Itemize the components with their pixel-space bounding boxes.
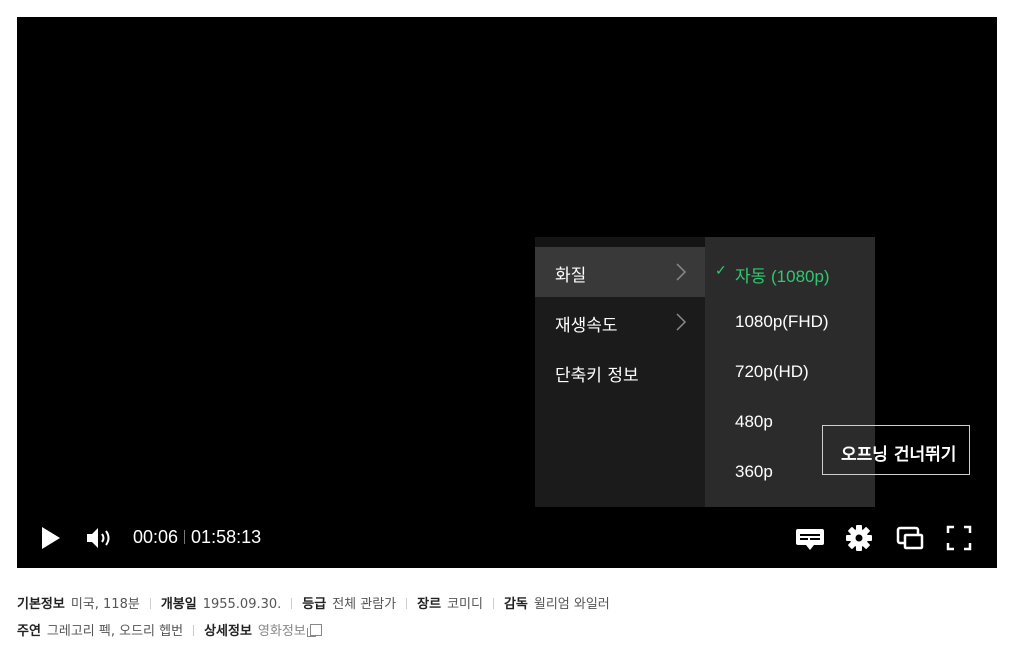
movie-cast-info: 주연 그레고리 펙, 오드리 헵번 상세정보 영화정보 [17, 620, 322, 639]
info-label: 감독 [503, 597, 528, 612]
divider [149, 598, 151, 609]
menu-item-quality[interactable]: 화질 [535, 247, 705, 297]
quality-option-label: 1080p(FHD) [735, 312, 829, 331]
info-value: 윌리엄 와일러 [533, 597, 610, 612]
menu-item-label: 화질 [555, 266, 587, 286]
quality-option-auto[interactable]: ✓ 자동 (1080p) [705, 247, 875, 297]
time-divider [184, 530, 186, 544]
quality-option-label: 360p [735, 462, 773, 481]
divider [406, 598, 408, 609]
quality-option-label: 480p [735, 412, 773, 431]
quality-option-1080p[interactable]: 1080p(FHD) [705, 297, 875, 347]
skip-opening-label: 오프닝 건너뛰기 [841, 445, 957, 465]
info-value: 미국, 118분 [70, 597, 140, 612]
movie-basic-info: 기본정보 미국, 118분 개봉일 1955.09.30. 등급 전체 관람가 장르 코미디 감… [17, 593, 610, 612]
divider [492, 598, 494, 609]
pip-icon[interactable] [895, 525, 925, 551]
video-player[interactable]: 화질 재생속도 단축키 정보 ✓ 자동 (1080p) 1080p(FHD) 7… [17, 17, 997, 568]
volume-icon[interactable] [85, 525, 115, 551]
chevron-right-icon [676, 263, 687, 281]
info-label: 등급 [302, 597, 327, 612]
settings-icon[interactable] [845, 524, 873, 552]
info-label: 기본정보 [17, 597, 65, 612]
info-value: 1955.09.30. [202, 597, 282, 612]
current-time: 00:06 [133, 527, 179, 547]
info-label: 상세정보 [204, 624, 252, 639]
menu-item-speed[interactable]: 재생속도 [535, 297, 705, 347]
fullscreen-icon[interactable] [946, 525, 972, 551]
info-label: 주연 [17, 624, 41, 639]
quality-option-label: 자동 (1080p) [735, 267, 830, 286]
info-value: 그레고리 펙, 오드리 헵번 [46, 624, 184, 639]
quality-option-720p[interactable]: 720p(HD) [705, 347, 875, 397]
skip-opening-button[interactable]: 오프닝 건너뛰기 [822, 425, 970, 475]
subtitle-icon[interactable] [795, 526, 825, 552]
play-icon[interactable] [40, 525, 62, 551]
settings-menu: 화질 재생속도 단축키 정보 [535, 237, 705, 507]
info-value: 코미디 [447, 597, 483, 612]
movie-info-link[interactable]: 영화정보 [258, 624, 306, 639]
check-icon: ✓ [715, 262, 727, 278]
info-label: 개봉일 [160, 597, 197, 612]
divider [193, 625, 195, 636]
menu-top-strip [535, 237, 705, 247]
menu-item-shortcuts[interactable]: 단축키 정보 [535, 347, 705, 397]
time-display: 00:06 01:58:13 [133, 527, 261, 548]
external-link-icon[interactable] [306, 624, 322, 637]
menu-item-label: 재생속도 [555, 316, 618, 336]
duration: 01:58:13 [191, 527, 262, 547]
info-value: 전체 관람가 [332, 597, 397, 612]
divider [291, 598, 293, 609]
quality-option-label: 720p(HD) [735, 362, 809, 381]
menu-item-label: 단축키 정보 [555, 366, 639, 386]
chevron-right-icon [676, 313, 687, 331]
info-label: 장르 [417, 597, 442, 612]
